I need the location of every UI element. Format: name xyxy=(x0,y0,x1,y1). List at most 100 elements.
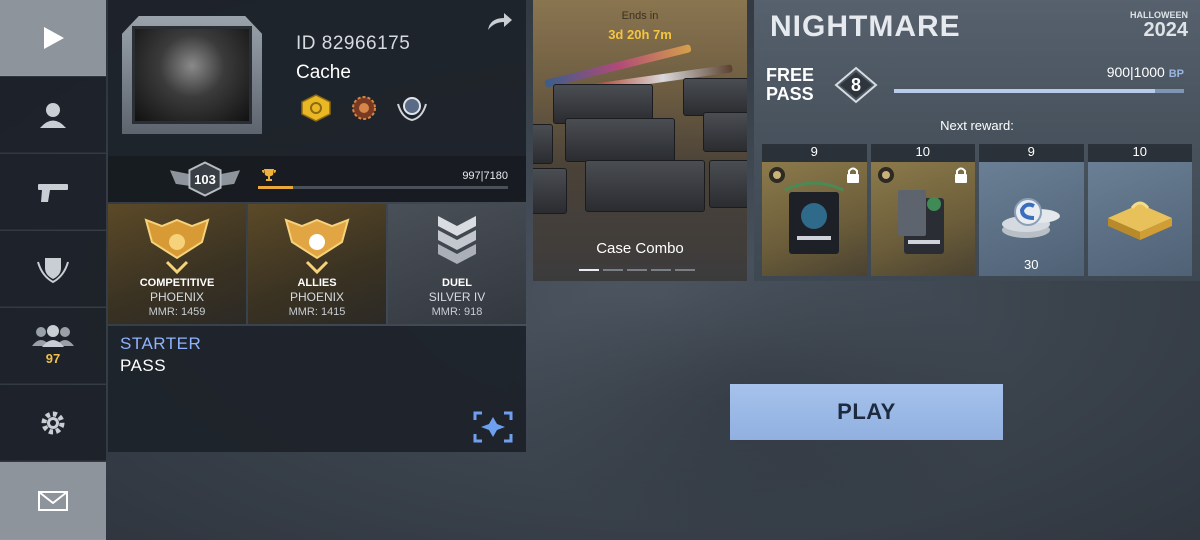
reward-slot xyxy=(762,162,867,276)
player-name: Cache xyxy=(296,62,351,83)
sidebar: 97 xyxy=(0,0,106,540)
lock-icon xyxy=(955,167,967,183)
silver-chevron-rank-icon xyxy=(438,216,476,264)
avatar[interactable] xyxy=(132,26,252,124)
skin-pack-icon xyxy=(897,190,944,254)
starter-pass-title: STARTER xyxy=(120,334,202,353)
starter-pass-subtitle: PASS xyxy=(120,356,167,375)
rank-mode: COMPETITIVE xyxy=(139,277,215,289)
case-ends-label: Ends in xyxy=(621,10,659,22)
reward-item[interactable]: 10 xyxy=(870,144,975,276)
bp-progress-bar xyxy=(894,89,1184,93)
reward-level: 10 xyxy=(1087,144,1192,162)
carousel-indicator xyxy=(579,269,695,271)
starter-pass-icon[interactable] xyxy=(472,410,514,444)
carousel-dot[interactable] xyxy=(603,269,623,271)
case-crate xyxy=(565,118,675,162)
sticker-pack-icon xyxy=(784,181,844,254)
phoenix-rank-icon xyxy=(144,218,210,275)
mail-icon xyxy=(38,490,68,511)
avatar-frame xyxy=(122,16,262,134)
rank-mode: DUEL xyxy=(442,277,472,289)
reward-slot xyxy=(1087,162,1192,276)
reward-tag-icon xyxy=(877,167,894,183)
reward-quantity: 30 xyxy=(1024,257,1039,272)
reward-level: 10 xyxy=(870,144,975,162)
case-timer: 3d 20h 7m xyxy=(608,27,672,42)
gear-icon xyxy=(41,411,65,434)
shield-icon xyxy=(37,257,69,283)
case-crate xyxy=(709,160,747,208)
case-crate xyxy=(533,124,553,164)
bp-value: 900|1000 xyxy=(1106,64,1165,80)
play-icon xyxy=(44,26,64,49)
coins-icon xyxy=(1002,198,1061,238)
carousel-dot[interactable] xyxy=(579,269,599,271)
friends-count: 97 xyxy=(45,351,61,366)
case-combo-label: Case Combo xyxy=(596,240,684,257)
carousel-dot[interactable] xyxy=(675,269,695,271)
reward-list: 9 10 9 30 10 xyxy=(762,144,1192,276)
achievement-badges xyxy=(298,94,430,122)
bronze-badge-icon[interactable] xyxy=(346,94,382,122)
user-icon xyxy=(40,102,66,128)
case-crate xyxy=(585,160,705,212)
level-row: 103 997|7180 xyxy=(108,156,526,202)
settings-menu-button[interactable] xyxy=(0,385,106,461)
pistol-icon xyxy=(38,183,68,202)
mail-menu-button[interactable] xyxy=(0,462,106,540)
next-reward-label: Next reward: xyxy=(940,118,1014,133)
play-menu-button[interactable] xyxy=(0,0,106,76)
bp-progress-fill xyxy=(894,89,1155,93)
profile-menu-button[interactable] xyxy=(0,77,106,153)
rank-card-duel[interactable]: DUEL SILVER IV MMR: 918 xyxy=(388,204,526,324)
case-crate xyxy=(533,168,567,214)
reward-tag-icon xyxy=(769,167,785,183)
reward-item[interactable]: 9 30 xyxy=(979,144,1084,276)
share-icon[interactable] xyxy=(486,10,514,32)
rank-name: PHOENIX xyxy=(149,290,204,304)
gold-crate-icon xyxy=(1107,201,1172,240)
level-badge: 103 xyxy=(168,160,242,198)
weapons-menu-button[interactable] xyxy=(0,154,106,230)
friends-icon xyxy=(32,325,74,347)
player-id: ID 82966175 xyxy=(296,33,411,54)
gold-badge-icon[interactable] xyxy=(298,94,334,122)
profile-panel[interactable]: ID 82966175 Cache xyxy=(108,0,526,156)
rank-mode: ALLIES xyxy=(297,277,337,289)
player-level: 103 xyxy=(194,171,216,187)
rank-cards: COMPETITIVE PHOENIX MMR: 1459 ALLIES PHO… xyxy=(108,204,526,324)
pass-level: 8 xyxy=(850,74,861,95)
pass-type: FREE PASS xyxy=(766,65,815,104)
rank-mmr: MMR: 1415 xyxy=(288,306,346,318)
event-pass-title: NIGHTMARE xyxy=(770,10,961,43)
play-button[interactable]: PLAY xyxy=(730,384,1003,440)
silver-badge-icon[interactable] xyxy=(394,94,430,122)
bp-unit: BP xyxy=(1168,68,1184,80)
pass-level-badge: 8 xyxy=(834,66,878,104)
case-crate xyxy=(683,78,747,116)
event-pass-panel[interactable]: NIGHTMARE HALLOWEEN 2024 FREE PASS 8 900… xyxy=(754,0,1200,281)
xp-progress-bar xyxy=(258,186,508,189)
rank-card-allies[interactable]: ALLIES PHOENIX MMR: 1415 xyxy=(248,204,386,324)
rank-name: SILVER IV xyxy=(428,290,486,304)
reward-level: 9 xyxy=(762,144,867,162)
carousel-dot[interactable] xyxy=(627,269,647,271)
case-crate xyxy=(703,112,747,152)
trophy-icon xyxy=(262,169,276,181)
reward-level: 9 xyxy=(979,144,1084,162)
reward-item[interactable]: 10 xyxy=(1087,144,1192,276)
reward-slot: 30 xyxy=(979,162,1084,276)
starter-pass-panel[interactable]: STARTER PASS xyxy=(108,326,526,452)
xp-progress-fill xyxy=(258,186,293,189)
carousel-dot[interactable] xyxy=(651,269,671,271)
xp-text: 997|7180 xyxy=(462,170,508,182)
event-name: HALLOWEEN 2024 xyxy=(1130,10,1188,40)
clan-menu-button[interactable] xyxy=(0,231,106,307)
case-combo-banner[interactable]: Ends in 3d 20h 7m Case Combo xyxy=(533,0,747,281)
phoenix-rank-icon xyxy=(284,218,350,275)
friends-menu-button[interactable]: 97 xyxy=(0,308,106,384)
rank-mmr: MMR: 1459 xyxy=(148,306,206,318)
rank-card-competitive[interactable]: COMPETITIVE PHOENIX MMR: 1459 xyxy=(108,204,246,324)
reward-item[interactable]: 9 xyxy=(762,144,867,276)
